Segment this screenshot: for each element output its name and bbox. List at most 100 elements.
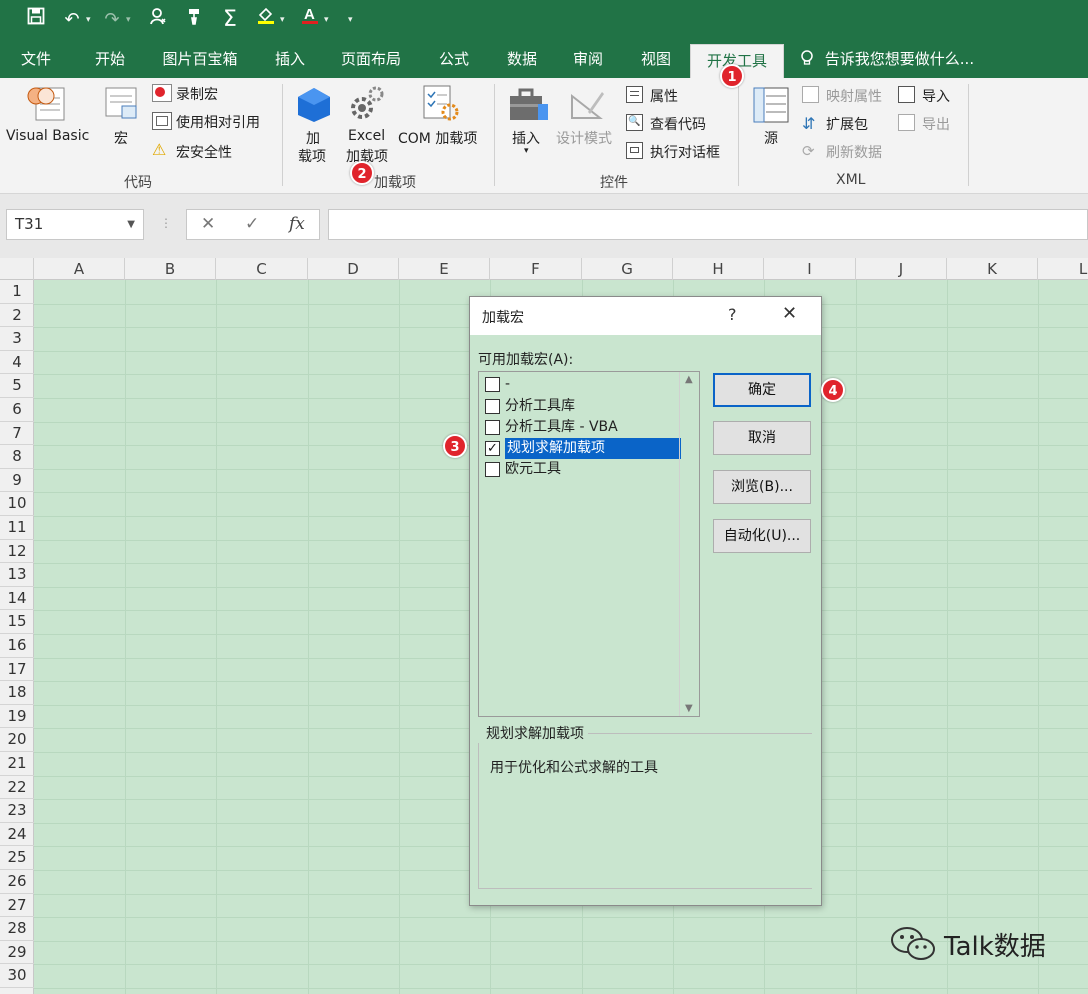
tab-view[interactable]: 视图: [636, 40, 676, 78]
row-header[interactable]: 14: [0, 587, 34, 611]
row-header[interactable]: 5: [0, 374, 34, 398]
checkbox[interactable]: [485, 420, 500, 435]
macros-icon[interactable]: [102, 84, 140, 124]
export-icon[interactable]: [898, 114, 915, 131]
xml-source-label[interactable]: 源: [764, 128, 778, 148]
row-header[interactable]: 3: [0, 327, 34, 351]
xml-source-icon[interactable]: [752, 86, 790, 124]
row-header[interactable]: 30: [0, 964, 34, 988]
run-dialog-icon[interactable]: [626, 142, 643, 159]
scroll-down-icon[interactable]: ▼: [685, 703, 693, 714]
tab-formulas[interactable]: 公式: [434, 40, 474, 78]
fill-color-dropdown-icon[interactable]: ▾: [280, 0, 292, 40]
addins-listbox[interactable]: - 分析工具库 分析工具库 - VBA ✓ 规划求解加载项 欧元工具 ▲ ▼: [478, 371, 700, 717]
addins-icon[interactable]: [296, 86, 332, 124]
insert-controls-toolbox-icon[interactable]: [508, 86, 550, 124]
map-properties-label[interactable]: 映射属性: [826, 86, 882, 106]
scroll-up-icon[interactable]: ▲: [685, 374, 693, 385]
help-icon[interactable]: ?: [728, 305, 737, 324]
column-header[interactable]: L: [1038, 258, 1088, 280]
row-header[interactable]: 23: [0, 799, 34, 823]
checkbox[interactable]: [485, 377, 500, 392]
view-code-label[interactable]: 查看代码: [650, 114, 706, 134]
macros-label[interactable]: 宏: [114, 128, 128, 148]
row-header[interactable]: 8: [0, 445, 34, 469]
refresh-data-label[interactable]: 刷新数据: [826, 142, 882, 162]
row-header[interactable]: 2: [0, 304, 34, 328]
map-properties-icon[interactable]: [802, 86, 819, 103]
tell-me-box[interactable]: 告诉我您想要做什么...: [800, 40, 974, 78]
expansion-packs-icon[interactable]: ⇵: [802, 114, 815, 133]
row-header[interactable]: 22: [0, 776, 34, 800]
expansion-packs-label[interactable]: 扩展包: [826, 114, 868, 134]
close-icon[interactable]: ✕: [782, 303, 797, 324]
list-item[interactable]: -: [481, 374, 677, 395]
excel-addins-label-line1[interactable]: Excel: [348, 128, 385, 144]
name-box-dropdown-icon[interactable]: ▼: [127, 210, 135, 239]
listbox-scrollbar[interactable]: ▲ ▼: [679, 372, 699, 716]
row-header[interactable]: 26: [0, 870, 34, 894]
row-header[interactable]: 28: [0, 917, 34, 941]
save-icon[interactable]: [22, 0, 50, 40]
formula-input[interactable]: [328, 209, 1088, 240]
dialog-titlebar[interactable]: 加载宏 ? ✕: [470, 297, 821, 335]
undo-dropdown-icon[interactable]: ▾: [86, 0, 98, 40]
row-header[interactable]: 11: [0, 516, 34, 540]
row-header[interactable]: 12: [0, 540, 34, 564]
refresh-data-icon[interactable]: ⟳: [802, 142, 815, 160]
redo-dropdown-icon[interactable]: ▾: [126, 0, 138, 40]
row-header[interactable]: 21: [0, 752, 34, 776]
row-header[interactable]: 15: [0, 610, 34, 634]
properties-label[interactable]: 属性: [650, 86, 678, 106]
fill-color-icon[interactable]: [252, 0, 280, 40]
column-header[interactable]: F: [490, 258, 582, 280]
row-header[interactable]: 24: [0, 823, 34, 847]
font-color-icon[interactable]: A: [296, 0, 324, 40]
tab-file[interactable]: 文件: [16, 40, 56, 78]
properties-icon[interactable]: [626, 86, 643, 103]
row-header[interactable]: 10: [0, 492, 34, 516]
cancel-button[interactable]: 取消: [713, 421, 811, 455]
column-header[interactable]: G: [582, 258, 673, 280]
tab-data[interactable]: 数据: [502, 40, 542, 78]
com-addins-icon[interactable]: [420, 84, 460, 124]
relative-reference-label[interactable]: 使用相对引用: [176, 112, 260, 132]
checkbox[interactable]: [485, 399, 500, 414]
person-icon[interactable]: [144, 0, 172, 40]
row-header[interactable]: 29: [0, 941, 34, 965]
confirm-entry-icon[interactable]: ✓: [245, 214, 259, 234]
column-header[interactable]: I: [764, 258, 856, 280]
tab-review[interactable]: 审阅: [568, 40, 608, 78]
column-header[interactable]: A: [34, 258, 125, 280]
column-header[interactable]: K: [947, 258, 1038, 280]
record-macro-icon[interactable]: [152, 84, 172, 102]
row-header[interactable]: 25: [0, 846, 34, 870]
list-item[interactable]: 分析工具库: [481, 396, 677, 417]
column-header[interactable]: C: [216, 258, 308, 280]
name-box[interactable]: T31 ▼: [6, 209, 144, 240]
tab-picture-toolbox[interactable]: 图片百宝箱: [158, 40, 242, 78]
ok-button[interactable]: 确定: [713, 373, 811, 407]
row-header[interactable]: 7: [0, 422, 34, 446]
relative-reference-icon[interactable]: [152, 112, 172, 130]
list-item[interactable]: 欧元工具: [481, 459, 677, 480]
record-macro-label[interactable]: 录制宏: [176, 84, 218, 104]
tab-page-layout[interactable]: 页面布局: [338, 40, 404, 78]
addins-label-line2[interactable]: 载项: [298, 146, 326, 166]
row-header[interactable]: 27: [0, 894, 34, 918]
row-header[interactable]: 17: [0, 658, 34, 682]
checkbox[interactable]: [485, 462, 500, 477]
view-code-icon[interactable]: 🔍: [626, 114, 643, 131]
row-header[interactable]: 9: [0, 469, 34, 493]
insert-function-icon[interactable]: fx: [289, 214, 305, 234]
run-dialog-label[interactable]: 执行对话框: [650, 142, 720, 162]
insert-controls-dropdown-icon[interactable]: ▾: [524, 146, 529, 156]
formula-bar-grip-icon[interactable]: ⋮: [160, 216, 172, 230]
import-label[interactable]: 导入: [922, 86, 950, 106]
column-header[interactable]: H: [673, 258, 764, 280]
excel-addins-gear-icon[interactable]: [346, 84, 386, 124]
tab-insert[interactable]: 插入: [270, 40, 310, 78]
undo-icon[interactable]: ↶: [58, 0, 86, 40]
select-all-corner[interactable]: [0, 258, 34, 280]
column-header[interactable]: B: [125, 258, 216, 280]
